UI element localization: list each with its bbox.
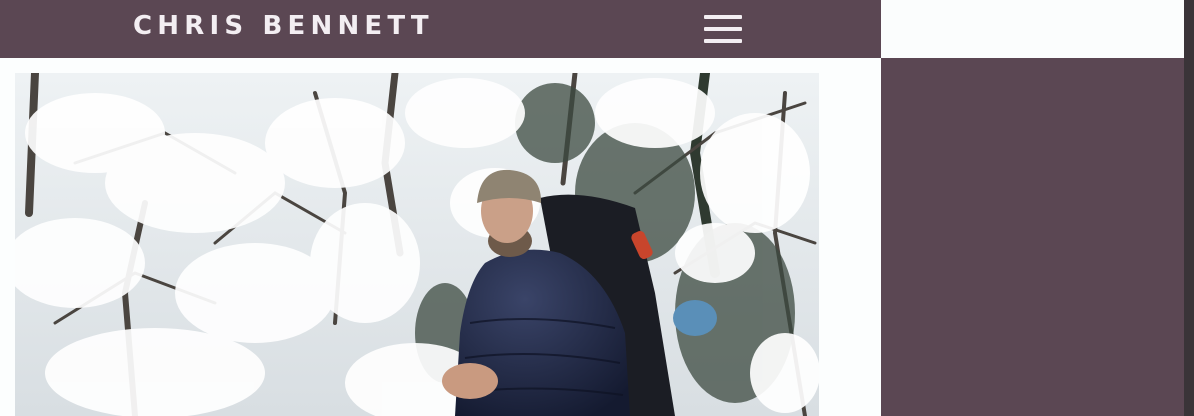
menu-bar-middle [704,27,742,31]
hamburger-menu-icon[interactable] [700,12,744,46]
sidebar-panel [881,58,1184,416]
hero-photo-illustration [15,73,819,416]
site-title[interactable]: CHRIS BENNETT [133,13,434,39]
top-right-blank-area [881,0,1184,58]
scrollbar[interactable] [1184,0,1194,416]
hero-photo [15,73,819,416]
site-header: CHRIS BENNETT [0,0,881,58]
menu-bar-bottom [704,39,742,43]
menu-bar-top [704,15,742,19]
